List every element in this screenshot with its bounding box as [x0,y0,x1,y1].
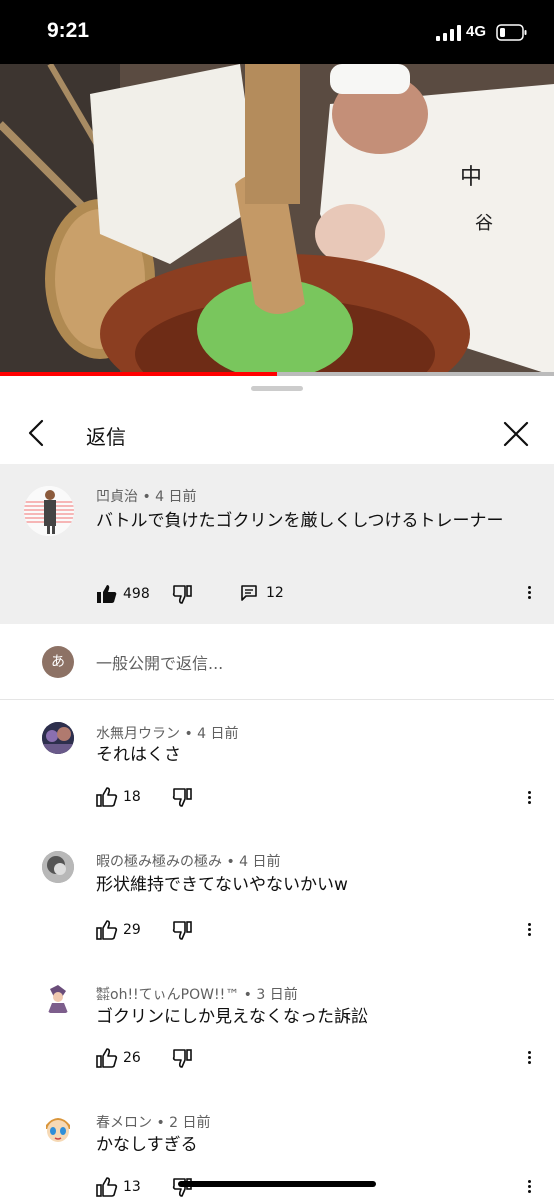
status-bar: 9:21 4G [0,0,554,64]
comment-age: 3 日前 [256,987,298,1003]
meta-separator: • [184,726,193,742]
like-count: 18 [123,789,141,805]
more-options-icon[interactable] [525,584,533,604]
like-button[interactable]: 26 [96,1048,141,1068]
user-avatar: あ [42,646,74,678]
dislike-button[interactable] [172,584,194,604]
comment-age: 2 日前 [169,1115,211,1131]
comment-text: かなしすぎる [96,1135,198,1155]
panel-title: 返信 [86,425,126,449]
meta-separator: • [243,987,252,1003]
thumbs-up-icon [96,1048,118,1068]
comment-age: 4 日前 [155,489,197,505]
avatar-image [42,983,74,1015]
comment-age: 4 日前 [239,854,281,870]
video-player[interactable]: 中 谷 [0,64,554,376]
thumbs-down-icon [172,585,192,604]
avatar[interactable] [42,1111,74,1143]
meta-separator: • [226,854,235,870]
avatar-image [24,486,74,536]
thumbs-down-icon [172,788,192,807]
comment-meta: 水無月ウラン • 4 日前 [96,723,239,743]
comment-author[interactable]: 春メロン [96,1115,152,1131]
thumbs-down-icon [172,921,192,940]
meta-separator: • [142,489,151,505]
cellular-signal-icon [436,25,461,41]
reply-count: 12 [266,585,284,601]
comment-author[interactable]: 凹貞治 [96,489,138,505]
comment-text: 形状維持できてないやないかいw [96,875,348,895]
like-button[interactable]: 498 [96,584,150,604]
panel-header: 返信 [0,396,554,465]
comment-author[interactable]: 水無月ウラン [96,726,180,742]
comment-author[interactable]: 暇の極み極みの極み [96,854,222,870]
like-count: 29 [123,922,141,938]
avatar[interactable] [42,983,74,1015]
replies-count-button[interactable]: 12 [240,584,284,602]
avatar[interactable] [42,722,74,754]
comment-icon [241,585,257,601]
more-options-icon[interactable] [525,1049,533,1069]
dislike-button[interactable] [172,1177,194,1197]
back-arrow-icon[interactable] [24,418,50,448]
like-button[interactable]: 29 [96,920,141,940]
like-count: 498 [123,586,150,602]
avatar-image [42,851,74,883]
svg-text:中: 中 [460,165,482,190]
more-options-icon[interactable] [525,921,533,941]
clock: 9:21 [47,19,90,42]
more-options-icon[interactable] [525,789,533,809]
thumbs-up-icon [96,1177,118,1197]
dislike-button[interactable] [172,1048,194,1068]
video-frame: 中 谷 [0,64,554,376]
home-indicator[interactable] [178,1181,376,1187]
comment-age: 4 日前 [197,726,239,742]
thumbs-up-icon [97,585,117,603]
thumbs-up-icon [96,787,118,807]
thumbs-down-icon [172,1049,192,1068]
reply-composer[interactable]: あ 一般公開で返信... [0,625,554,700]
like-button[interactable]: 13 [96,1177,141,1197]
avatar-image [42,1111,74,1143]
meta-separator: • [156,1115,165,1131]
comment-meta: 春メロン • 2 日前 [96,1112,211,1132]
comment-meta: 暇の極み極みの極み • 4 日前 [96,851,281,871]
comment-text: バトルで負けたゴクリンを厳しくしつけるトレーナー [96,511,504,531]
network-type: 4G [466,23,487,40]
thumbs-up-icon [96,920,118,940]
avatar[interactable] [42,851,74,883]
battery-icon [496,24,527,41]
avatar-image [42,722,74,754]
svg-text:谷: 谷 [475,213,493,234]
thumbs-down-icon [172,1178,192,1197]
parent-comment: 凹貞治 • 4 日前 バトルで負けたゴクリンを厳しくしつけるトレーナー 498 [0,464,554,624]
dislike-button[interactable] [172,920,194,940]
like-count: 13 [123,1179,141,1195]
comment-author[interactable]: ㍿oh!!てぃんPOW!!™ [96,987,239,1003]
more-options-icon[interactable] [525,1178,533,1198]
like-count: 26 [123,1050,141,1066]
dislike-button[interactable] [172,787,194,807]
comment-meta: ㍿oh!!てぃんPOW!!™ • 3 日前 [96,984,298,1004]
comment-text: ゴクリンにしか見えなくなった訴訟 [96,1007,368,1027]
comment-text: それはくさ [96,745,181,765]
replies-panel: 返信 凹貞治 • 4 日前 バトルで負けたゴクリンを厳しくしつけるトレーナー 4… [0,376,554,1199]
like-button[interactable]: 18 [96,787,141,807]
comment-meta: 凹貞治 • 4 日前 [96,486,197,506]
drag-handle[interactable] [251,386,303,391]
avatar[interactable] [24,486,74,536]
reply-input[interactable]: 一般公開で返信... [96,650,223,674]
close-icon[interactable] [502,420,530,448]
